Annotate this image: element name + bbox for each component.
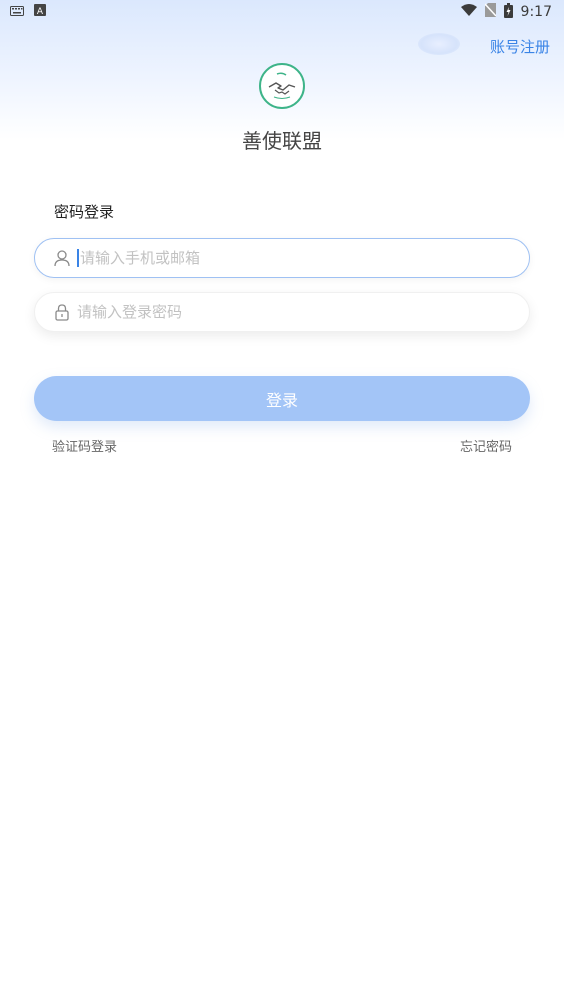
a-badge-icon: A xyxy=(34,4,46,20)
wifi-icon xyxy=(460,3,477,21)
login-button[interactable]: 登录 xyxy=(34,376,530,421)
login-mode-title: 密码登录 xyxy=(54,203,115,221)
sms-login-link[interactable]: 验证码登录 xyxy=(52,436,117,455)
status-right: 9:17 xyxy=(460,2,564,22)
forgot-password-link[interactable]: 忘记密码 xyxy=(460,436,512,455)
password-input[interactable] xyxy=(77,303,529,321)
phone-email-input[interactable] xyxy=(80,249,529,267)
password-field[interactable] xyxy=(34,292,530,332)
cloud-decoration xyxy=(418,33,460,55)
user-icon xyxy=(53,249,71,267)
no-sim-icon xyxy=(483,3,497,21)
register-link[interactable]: 账号注册 xyxy=(490,36,550,57)
status-bar: A 9:17 xyxy=(0,0,564,24)
text-cursor xyxy=(77,249,79,267)
status-left: A xyxy=(0,4,46,20)
keyboard-icon xyxy=(10,4,24,20)
app-name: 善使联盟 xyxy=(242,129,322,153)
phone-email-field[interactable] xyxy=(34,238,530,278)
handshake-logo xyxy=(259,63,305,109)
status-time: 9:17 xyxy=(520,4,552,20)
svg-text:A: A xyxy=(37,7,44,16)
lock-icon xyxy=(53,303,71,321)
battery-icon xyxy=(503,2,513,22)
